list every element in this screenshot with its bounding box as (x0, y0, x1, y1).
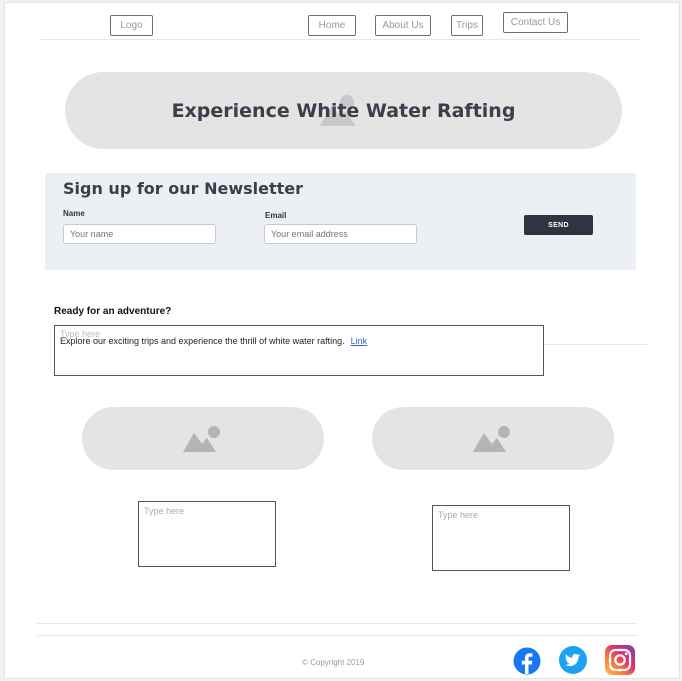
card-textbox-left-placeholder: Type here (144, 506, 185, 516)
nav-trips-button[interactable]: Trips (451, 15, 483, 36)
email-label: Email (265, 211, 287, 220)
nav-about-label: About Us (382, 20, 424, 31)
image-placeholder-icon (183, 426, 220, 452)
nav-contact-label: Contact Us (510, 17, 561, 28)
header-divider (41, 39, 641, 40)
footer-divider-top (37, 623, 637, 624)
card-textbox-right[interactable]: Type here (432, 505, 570, 571)
adventure-link[interactable]: Link (351, 336, 368, 346)
adventure-textbox[interactable]: Type here Explore our exciting trips and… (54, 325, 544, 376)
nav-about-button[interactable]: About Us (375, 15, 431, 36)
adventure-text-body: Explore our exciting trips and experienc… (60, 336, 345, 346)
logo-label: Logo (120, 20, 143, 31)
hero-title: Experience White Water Rafting (171, 99, 516, 122)
send-button[interactable]: SEND (524, 215, 593, 235)
instagram-icon[interactable] (605, 645, 635, 675)
section-divider (541, 344, 647, 345)
copyright-text: © Copyright 2019 (302, 658, 365, 667)
logo[interactable]: Logo (110, 15, 153, 36)
hero-banner: Experience White Water Rafting (65, 72, 622, 149)
nav-contact-button[interactable]: Contact Us (503, 12, 568, 33)
name-input[interactable] (63, 224, 216, 244)
twitter-icon[interactable] (559, 646, 587, 674)
image-placeholder-icon (473, 426, 510, 452)
adventure-text: Explore our exciting trips and experienc… (60, 336, 367, 346)
name-label: Name (63, 209, 85, 218)
card-textbox-right-placeholder: Type here (438, 510, 479, 520)
newsletter-title: Sign up for our Newsletter (63, 179, 304, 198)
nav-home-button[interactable]: Home (308, 15, 356, 36)
newsletter-section: Sign up for our Newsletter Name Email SE… (45, 173, 636, 270)
email-input[interactable] (264, 224, 417, 244)
page: Logo Home About Us Trips Contact Us Expe… (4, 2, 680, 679)
nav-trips-label: Trips (456, 20, 478, 31)
card-image-left (82, 407, 324, 470)
card-image-right (372, 407, 614, 470)
adventure-heading: Ready for an adventure? (54, 306, 172, 317)
footer-divider-bottom (37, 635, 637, 636)
card-textbox-left[interactable]: Type here (138, 501, 276, 567)
nav-home-label: Home (318, 20, 346, 31)
facebook-icon[interactable] (513, 647, 541, 675)
